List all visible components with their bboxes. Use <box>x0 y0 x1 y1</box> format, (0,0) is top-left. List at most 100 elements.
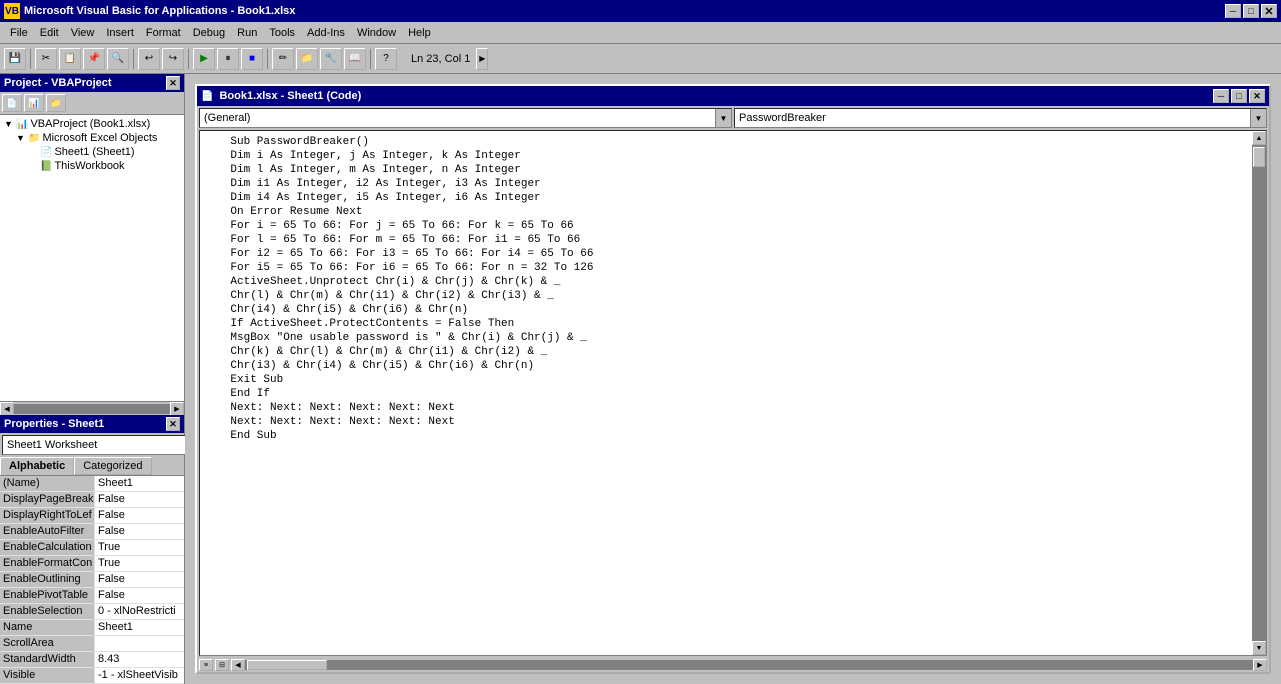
menu-window[interactable]: Window <box>351 25 402 41</box>
hscroll-track[interactable] <box>14 404 170 414</box>
stop-button[interactable]: ■ <box>241 48 263 70</box>
pause-button[interactable]: ⏸ <box>217 48 239 70</box>
prop-value-11: 8.43 <box>95 652 184 667</box>
run-button[interactable]: ▶ <box>193 48 215 70</box>
general-dropdown[interactable]: (General) ▼ <box>199 108 732 128</box>
scroll-left-arrow[interactable]: ◀ <box>231 659 245 671</box>
code-title-controls: ─ □ ✕ <box>1213 89 1265 103</box>
tab-alphabetic[interactable]: Alphabetic <box>0 457 74 475</box>
code-vscrollbar: ▲ ▼ <box>1252 131 1266 655</box>
hscroll-right[interactable]: ▶ <box>170 402 184 416</box>
project-explorer-button[interactable]: 📁 <box>296 48 318 70</box>
menu-debug[interactable]: Debug <box>187 25 231 41</box>
prop-value-3: False <box>95 524 184 539</box>
code-window-title: Book1.xlsx - Sheet1 (Code) <box>219 90 1213 102</box>
project-close-button[interactable]: ✕ <box>166 76 180 90</box>
code-minimize-button[interactable]: ─ <box>1213 89 1229 103</box>
close-button[interactable]: ✕ <box>1261 4 1277 18</box>
view-code-button[interactable]: 📄 <box>2 94 22 112</box>
vscroll-up[interactable]: ▲ <box>1252 131 1266 145</box>
menu-bar: File Edit View Insert Format Debug Run T… <box>0 22 1281 44</box>
menu-edit[interactable]: Edit <box>34 25 65 41</box>
project-icon: 📊 <box>16 119 28 130</box>
vscroll-track[interactable] <box>1252 145 1266 641</box>
object-selector: Sheet1 Worksheet ▼ <box>0 433 184 457</box>
prop-row-enableoutlining: EnableOutlining False <box>0 572 184 588</box>
cut-button[interactable]: ✂ <box>35 48 57 70</box>
prop-row-enableselection: EnableSelection 0 - xlNoRestricti <box>0 604 184 620</box>
hscroll-left[interactable]: ◀ <box>0 402 14 416</box>
code-title-bar: 📄 Book1.xlsx - Sheet1 (Code) ─ □ ✕ <box>197 86 1269 106</box>
find-button[interactable]: 🔍 <box>107 48 129 70</box>
prop-name-0: (Name) <box>0 476 95 491</box>
maximize-button[interactable]: □ <box>1243 4 1259 18</box>
toolbar: 💾 ✂ 📋 📌 🔍 ↩ ↪ ▶ ⏸ ■ ✏ 📁 🔧 📖 ? Ln 23, Col… <box>0 44 1281 74</box>
tree-item-sheet1[interactable]: 📄 Sheet1 (Sheet1) <box>2 145 182 159</box>
separator-3 <box>188 49 189 69</box>
tab-categorized[interactable]: Categorized <box>74 457 151 475</box>
code-window: 📄 Book1.xlsx - Sheet1 (Code) ─ □ ✕ (Gene… <box>195 84 1271 674</box>
prop-value-10 <box>95 636 184 651</box>
project-title-text: Project - VBAProject <box>4 77 112 89</box>
menu-file[interactable]: File <box>4 25 34 41</box>
tree-item-vbaproject[interactable]: ▼ 📊 VBAProject (Book1.xlsx) <box>2 117 182 131</box>
general-dropdown-arrow[interactable]: ▼ <box>715 109 731 127</box>
procedure-dropdown-arrow[interactable]: ▼ <box>1250 109 1266 127</box>
title-bar: VB Microsoft Visual Basic for Applicatio… <box>0 0 1281 22</box>
scroll-right-arrow[interactable]: ▶ <box>1253 659 1267 671</box>
prop-name-8: EnableSelection <box>0 604 95 619</box>
tree-item-label: VBAProject (Book1.xlsx) <box>30 118 150 130</box>
menu-tools[interactable]: Tools <box>263 25 301 41</box>
properties-panel: Properties - Sheet1 ✕ Sheet1 Worksheet ▼… <box>0 415 184 684</box>
code-maximize-button[interactable]: □ <box>1231 89 1247 103</box>
code-view-buttons: ≡ ⊟ ◀ <box>199 659 245 671</box>
toolbar-scroll-right[interactable]: ▶ <box>476 48 488 70</box>
project-toolbar: 📄 📊 📁 <box>0 92 184 115</box>
help-button[interactable]: ? <box>375 48 397 70</box>
menu-format[interactable]: Format <box>140 25 187 41</box>
prop-row-name: (Name) Sheet1 <box>0 476 184 492</box>
properties-close-button[interactable]: ✕ <box>166 417 180 431</box>
minimize-button[interactable]: ─ <box>1225 4 1241 18</box>
prop-value-0: Sheet1 <box>95 476 184 491</box>
code-toolbar: (General) ▼ PasswordBreaker ▼ <box>197 106 1269 130</box>
title-controls: ─ □ ✕ <box>1225 4 1277 18</box>
hscroll-thumb[interactable] <box>247 660 327 670</box>
vscroll-thumb[interactable] <box>1253 147 1265 167</box>
view-object-button[interactable]: 📊 <box>24 94 44 112</box>
tree-item-label: ThisWorkbook <box>54 160 124 172</box>
view-proc-button[interactable]: ≡ <box>199 659 213 671</box>
menu-run[interactable]: Run <box>231 25 263 41</box>
properties-button[interactable]: 🔧 <box>320 48 342 70</box>
vscroll-down[interactable]: ▼ <box>1252 641 1266 655</box>
code-close-button[interactable]: ✕ <box>1249 89 1265 103</box>
object-browser-button[interactable]: 📖 <box>344 48 366 70</box>
code-text[interactable]: Sub PasswordBreaker() Dim i As Integer, … <box>200 131 1252 655</box>
copy-button[interactable]: 📋 <box>59 48 81 70</box>
prop-value-12: -1 - xlSheetVisib <box>95 668 184 683</box>
separator-5 <box>370 49 371 69</box>
prop-value-1: False <box>95 492 184 507</box>
tree-item-excel-objects[interactable]: ▼ 📁 Microsoft Excel Objects <box>2 131 182 145</box>
design-mode-button[interactable]: ✏ <box>272 48 294 70</box>
toggle-folders-button[interactable]: 📁 <box>46 94 66 112</box>
view-full-button[interactable]: ⊟ <box>215 659 229 671</box>
menu-addins[interactable]: Add-Ins <box>301 25 351 41</box>
prop-name-4: EnableCalculation <box>0 540 95 555</box>
hscroll-track[interactable] <box>245 660 1253 670</box>
procedure-dropdown[interactable]: PasswordBreaker ▼ <box>734 108 1267 128</box>
tree-item-thisworkbook[interactable]: 📗 ThisWorkbook <box>2 159 182 173</box>
sheet-icon: 📄 <box>40 147 52 158</box>
prop-value-5: True <box>95 556 184 571</box>
prop-name-2: DisplayRightToLef <box>0 508 95 523</box>
prop-row-enableautofilter: EnableAutoFilter False <box>0 524 184 540</box>
paste-button[interactable]: 📌 <box>83 48 105 70</box>
redo-button[interactable]: ↪ <box>162 48 184 70</box>
undo-button[interactable]: ↩ <box>138 48 160 70</box>
menu-insert[interactable]: Insert <box>100 25 140 41</box>
menu-view[interactable]: View <box>65 25 101 41</box>
prop-value-4: True <box>95 540 184 555</box>
menu-help[interactable]: Help <box>402 25 437 41</box>
save-button[interactable]: 💾 <box>4 48 26 70</box>
prop-row-visible: Visible -1 - xlSheetVisib <box>0 668 184 684</box>
